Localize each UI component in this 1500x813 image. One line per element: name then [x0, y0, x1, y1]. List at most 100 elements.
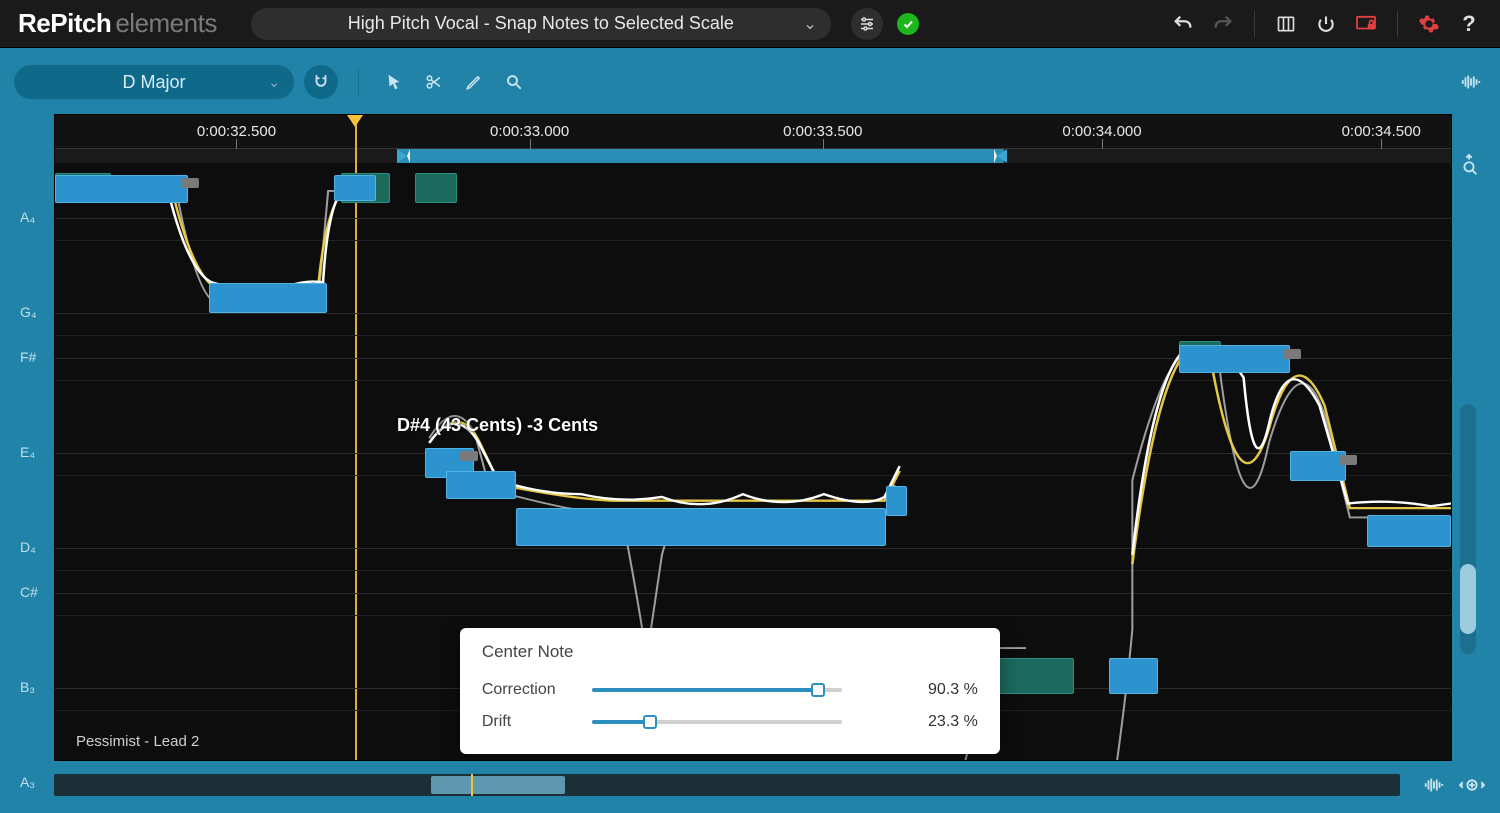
preset-selector[interactable]: High Pitch Vocal - Snap Notes to Selecte… — [251, 8, 831, 40]
search-icon — [505, 73, 523, 91]
power-button[interactable] — [1313, 11, 1339, 37]
scissors-icon — [425, 73, 443, 91]
toolbar: D Major ⌄ — [14, 62, 1486, 102]
horizontal-playhead-indicator — [471, 774, 473, 796]
note-block[interactable] — [209, 283, 328, 313]
undo-button[interactable] — [1170, 11, 1196, 37]
horizontal-scrollbar-thumb[interactable] — [431, 776, 566, 794]
scale-selector[interactable]: D Major ⌄ — [14, 65, 294, 99]
wave-icon — [1423, 777, 1445, 793]
panel-row: Drift 23.3 % — [482, 706, 978, 738]
logo-suffix: elements — [115, 8, 217, 38]
zoom-vertical-icon — [1460, 154, 1478, 176]
app-logo: RePitchelements — [18, 8, 217, 39]
note-block[interactable] — [1179, 345, 1291, 373]
help-button[interactable]: ? — [1456, 11, 1482, 37]
pencil-icon — [465, 73, 483, 91]
track-label: Pessimist - Lead 2 — [76, 733, 199, 750]
waveform-view-button[interactable] — [1420, 771, 1448, 799]
bottombar — [14, 769, 1486, 801]
note-block[interactable] — [415, 173, 457, 203]
settings-button[interactable] — [1416, 11, 1442, 37]
loop-start-marker[interactable] — [397, 149, 410, 163]
logo-part-pitch: Pitch — [50, 8, 111, 38]
note-gutter-label: D₄ — [20, 539, 36, 555]
note-block[interactable] — [1290, 451, 1346, 481]
view-columns-button[interactable] — [1273, 11, 1299, 37]
time-label: 0:00:32.500 — [197, 123, 276, 140]
note-handle[interactable] — [1339, 455, 1357, 465]
monitor-lock-icon — [1355, 15, 1377, 33]
vertical-scrollbar-thumb[interactable] — [1460, 564, 1476, 634]
snap-button[interactable] — [304, 65, 338, 99]
time-label: 0:00:34.000 — [1062, 123, 1141, 140]
right-gutter — [1452, 114, 1486, 761]
slider-thumb[interactable] — [811, 683, 825, 697]
zoom-tool[interactable] — [499, 67, 529, 97]
center-note-panel[interactable]: Center Note Correction 90.3 % Drift 23.3 % — [460, 628, 1000, 754]
preset-label: High Pitch Vocal - Snap Notes to Selecte… — [348, 13, 734, 34]
time-ruler[interactable]: 0:00:32.500 0:00:33.000 0:00:33.500 0:00:34… — [55, 115, 1451, 149]
power-icon — [1316, 14, 1336, 34]
slider[interactable] — [592, 715, 842, 729]
zoom-vertical-button[interactable] — [1460, 154, 1478, 176]
time-label: 0:00:33.500 — [783, 123, 862, 140]
wave-icon — [1460, 73, 1482, 91]
panel-row-label: Correction — [482, 681, 592, 699]
zoom-fit-button[interactable] — [1458, 771, 1486, 799]
note-handle[interactable] — [460, 451, 478, 461]
note-gutter-label: C# — [20, 584, 38, 600]
chevron-down-icon: ⌄ — [268, 74, 280, 91]
gear-icon — [1418, 13, 1440, 35]
status-ok-indicator — [897, 13, 919, 35]
loop-bar[interactable] — [55, 149, 1451, 163]
monitor-lock-button[interactable] — [1353, 11, 1379, 37]
panel-row-label: Drift — [482, 713, 592, 731]
pointer-tool[interactable] — [379, 67, 409, 97]
note-block[interactable] — [516, 508, 886, 546]
panel-title: Center Note — [482, 642, 978, 662]
preset-settings-button[interactable] — [851, 8, 883, 40]
note-lanes[interactable]: D#4 (43 Cents) -3 Cents Pessimist - Lead… — [55, 163, 1451, 760]
note-gutter-label: A₄ — [20, 209, 35, 225]
pitch-editor[interactable]: 0:00:32.500 0:00:33.000 0:00:33.500 0:00:34… — [54, 114, 1452, 761]
slider[interactable] — [592, 683, 842, 697]
check-icon — [902, 18, 914, 30]
note-gutter-label: A₃ — [20, 774, 35, 790]
panel-row-value: 23.3 % — [928, 713, 978, 731]
waveform-toggle[interactable] — [1456, 67, 1486, 97]
editor-area: A₄G₄F#E₄D₄C#B₃A₃ 0:00:32.5000:00:33.0000… — [14, 114, 1486, 761]
magnet-icon — [312, 73, 330, 91]
note-block[interactable] — [446, 471, 516, 499]
draw-tool[interactable] — [459, 67, 489, 97]
note-block[interactable] — [1367, 515, 1451, 547]
sliders-icon — [858, 15, 876, 33]
chevron-down-icon: ⌄ — [803, 14, 816, 34]
note-handle[interactable] — [1283, 349, 1301, 359]
note-block[interactable] — [1109, 658, 1158, 694]
topbar: RePitchelements High Pitch Vocal - Snap … — [0, 0, 1500, 48]
redo-icon — [1212, 13, 1234, 35]
redo-button[interactable] — [1210, 11, 1236, 37]
pointer-icon — [386, 73, 402, 91]
pitch-annotation: D#4 (43 Cents) -3 Cents — [397, 415, 598, 436]
slider-thumb[interactable] — [643, 715, 657, 729]
note-block[interactable] — [55, 175, 188, 203]
loop-region[interactable] — [397, 149, 1004, 163]
note-gutter-label: G₄ — [20, 304, 37, 320]
split-tool[interactable] — [419, 67, 449, 97]
note-block[interactable] — [334, 175, 376, 201]
time-label: 0:00:34.500 — [1342, 123, 1421, 140]
undo-icon — [1172, 13, 1194, 35]
note-gutter-label: E₄ — [20, 444, 35, 460]
note-gutter-label: B₃ — [20, 679, 35, 695]
horizontal-scrollbar[interactable] — [54, 774, 1400, 796]
note-gutter-label: F# — [20, 349, 36, 365]
scale-label: D Major — [122, 72, 185, 93]
vertical-scrollbar[interactable] — [1460, 404, 1476, 654]
time-label: 0:00:33.000 — [490, 123, 569, 140]
note-block[interactable] — [886, 486, 907, 516]
loop-end-marker[interactable] — [994, 149, 1007, 163]
panel-row-value: 90.3 % — [928, 681, 978, 699]
note-handle[interactable] — [181, 178, 199, 188]
